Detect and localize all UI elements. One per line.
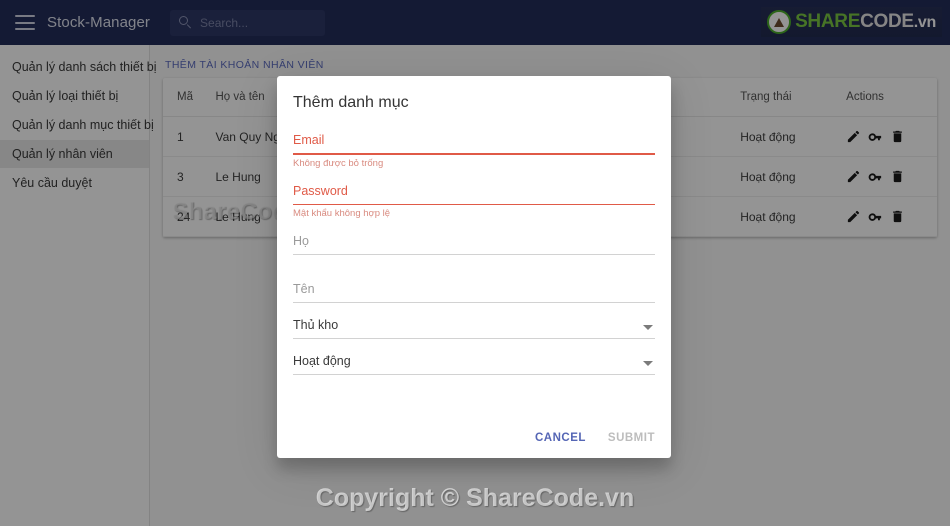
role-select-underline — [293, 338, 655, 340]
role-select-value: Thủ kho — [293, 318, 339, 333]
firstname-field-underline — [293, 302, 655, 304]
app-root: Stock-Manager SHARECODE.vn Quản lý danh … — [0, 0, 950, 526]
password-field-label: Password — [293, 183, 348, 198]
chevron-down-icon[interactable] — [643, 361, 653, 367]
chevron-down-icon[interactable] — [643, 325, 653, 331]
email-field-error: Không được bỏ trống — [293, 157, 384, 169]
email-field[interactable]: Email Không được bỏ trống — [293, 124, 655, 169]
lastname-field-label: Họ — [293, 234, 309, 249]
status-select-underline — [293, 374, 655, 376]
email-field-label: Email — [293, 133, 325, 147]
role-select[interactable]: Thủ kho — [293, 309, 655, 340]
status-select[interactable]: Hoạt động — [293, 345, 655, 376]
dialog-form: Email Không được bỏ trống Password Mật k… — [277, 118, 671, 422]
dialog-title: Thêm danh mục — [293, 94, 409, 111]
firstname-field[interactable]: Tên — [293, 273, 655, 304]
status-select-value: Hoạt động — [293, 354, 351, 369]
cancel-button[interactable]: CANCEL — [535, 432, 586, 444]
firstname-field-label: Tên — [293, 282, 315, 297]
dialog-actions: CANCEL SUBMIT — [277, 422, 671, 458]
lastname-field[interactable]: Họ — [293, 225, 655, 267]
add-category-dialog: Thêm danh mục Email Không được bỏ trống … — [277, 76, 671, 458]
password-field[interactable]: Password Mật khẩu không hợp lệ — [293, 175, 655, 220]
password-field-error: Mật khẩu không hợp lệ — [293, 208, 391, 220]
submit-button: SUBMIT — [607, 432, 655, 444]
